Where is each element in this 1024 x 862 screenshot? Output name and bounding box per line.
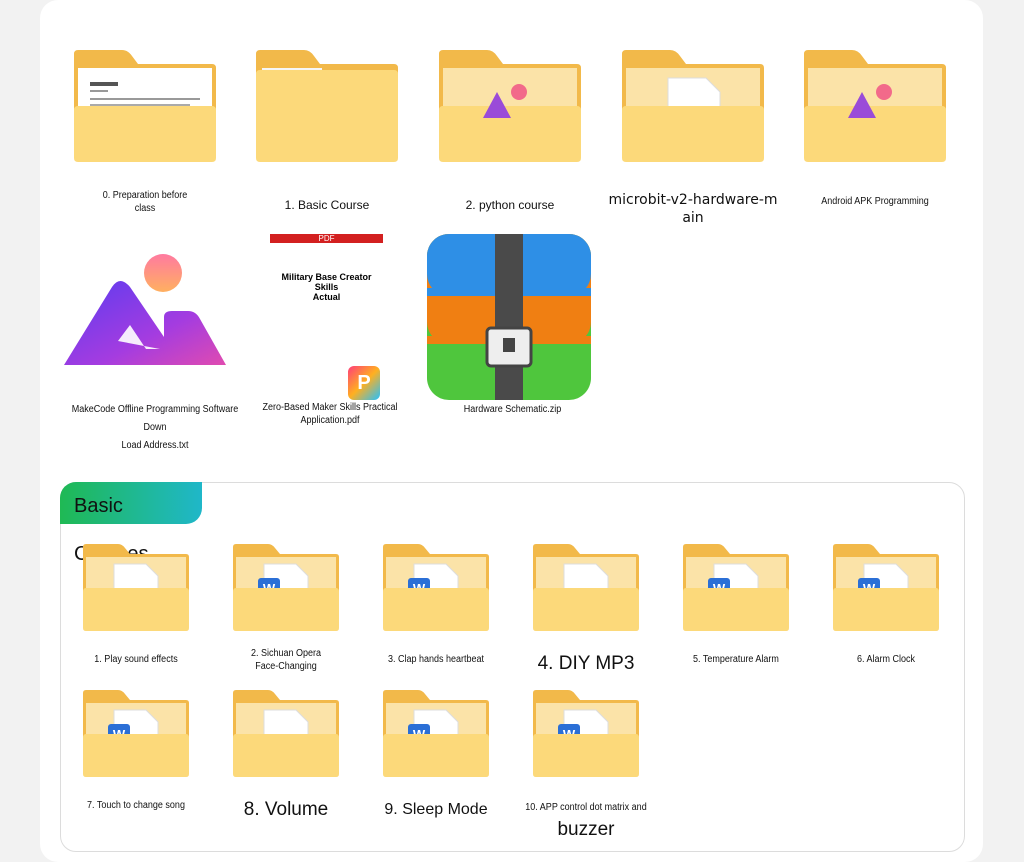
course-label: 10. APP control dot matrix and (525, 802, 647, 813)
folder-icon (83, 544, 189, 631)
course-folder-5[interactable]: W 5. Temperature Alarm (680, 542, 792, 682)
course-label-line2: buzzer (557, 819, 615, 840)
pdf-title: Military Base Creator Skills Actual (281, 272, 372, 302)
file-label: 1. Basic Course (284, 198, 370, 212)
zip-archive-icon (427, 234, 591, 400)
file-label: Android APK Programming (821, 196, 929, 207)
course-label: 7. Touch to change song (87, 800, 185, 811)
folder-android-apk-programming[interactable]: Android APK Programming (800, 48, 950, 218)
course-label: 8. Volume (243, 799, 329, 820)
file-label: microbit-v2-hardware-m ain (608, 192, 778, 226)
image-icon (64, 254, 226, 365)
file-zero-based-maker-pdf[interactable]: PDF Military Base Creator Skills Actual … (240, 230, 420, 430)
folder-icon (256, 50, 398, 162)
file-label: Hardware Schematic.zip (463, 404, 562, 415)
folder-microbit-hardware-main[interactable]: microbit-v2-hardware-m ain (608, 48, 778, 228)
file-makecode-offline-txt[interactable]: MakeCode Offline Programming Software Do… (60, 245, 260, 451)
folder-icon (622, 50, 764, 162)
folder-basic-course[interactable]: 1. Basic Course (252, 48, 402, 218)
course-label: 3. Clap hands heartbeat (387, 654, 485, 665)
file-label: 2. python course (465, 198, 555, 212)
course-folder-3[interactable]: W 3. Clap hands heartbeat (380, 542, 492, 682)
folder-python-course[interactable]: 2. python course (435, 48, 585, 218)
course-folder-8[interactable]: 8. Volume (230, 688, 342, 828)
folder-icon: W (383, 690, 489, 777)
folder-preparation-before-class[interactable]: 0. Preparation before class (70, 48, 220, 218)
folder-icon: W (533, 690, 639, 777)
file-label: Zero-Based Maker Skills Practical Applic… (262, 402, 398, 426)
course-label: 1. Play sound effects (94, 654, 178, 665)
file-label: MakeCode Offline Programming Software Do… (71, 404, 239, 451)
course-label: 6. Alarm Clock (856, 654, 916, 665)
section-title: Basic Courses (60, 482, 202, 565)
pdf-banner: PDF (270, 234, 383, 243)
course-folder-7[interactable]: W 7. Touch to change song (80, 688, 192, 828)
folder-icon (533, 544, 639, 631)
folder-icon: W (683, 544, 789, 631)
course-label: 4. DIY MP3 (537, 653, 635, 674)
course-label: 9. Sleep Mode (384, 801, 488, 818)
folder-icon (74, 50, 216, 162)
pdf-icon: P (348, 366, 380, 400)
course-folder-4[interactable]: 4. DIY MP3 (530, 542, 642, 682)
folder-icon: W (833, 544, 939, 631)
folder-icon: W (383, 544, 489, 631)
course-folder-6[interactable]: W 6. Alarm Clock (830, 542, 942, 682)
course-folder-10[interactable]: W 10. APP control dot matrix and buzzer (525, 688, 647, 840)
folder-icon (233, 690, 339, 777)
folder-icon: W (233, 544, 339, 631)
folder-icon (439, 50, 581, 162)
file-hardware-schematic-zip[interactable]: Hardware Schematic.zip (425, 232, 600, 427)
folder-icon: W (83, 690, 189, 777)
course-label: 2. Sichuan Opera Face-Changing (250, 648, 322, 672)
pdf-preview: PDF Military Base Creator Skills Actual … (270, 232, 383, 410)
course-folder-9[interactable]: W 9. Sleep Mode (380, 688, 492, 828)
file-label: 0. Preparation before class (102, 190, 188, 214)
course-label: 5. Temperature Alarm (693, 654, 779, 665)
course-folder-1[interactable]: 1. Play sound effects (80, 542, 192, 682)
course-folder-2[interactable]: W 2. Sichuan Opera Face-Changing (230, 542, 342, 682)
folder-icon (804, 50, 946, 162)
